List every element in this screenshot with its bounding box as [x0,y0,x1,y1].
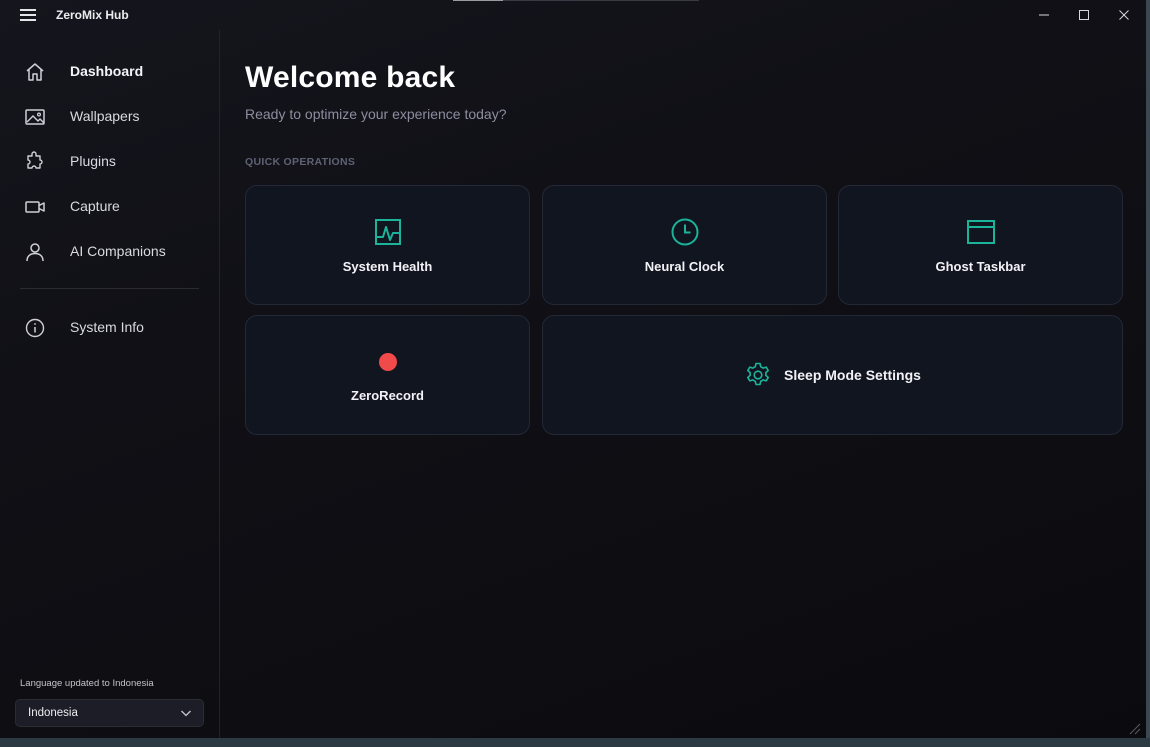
window-icon [966,220,995,244]
home-icon [26,63,44,81]
sidebar-item-label: Capture [70,198,120,214]
sidebar-item-label: System Info [70,319,144,335]
top-progress-indicator [453,0,699,1]
page-title: Welcome back [245,61,456,94]
clock-icon [671,218,698,246]
language-select[interactable]: Indonesia [15,699,204,727]
window-edge [1146,0,1150,738]
app-window: ZeroMix Hub Dashboard Wallpapers Plugins… [0,0,1146,738]
card-system-health[interactable]: System Health [245,185,530,305]
card-sleep-mode-settings[interactable]: Sleep Mode Settings [542,315,1123,435]
person-icon [26,243,44,262]
resize-grip-icon[interactable] [1128,722,1142,736]
section-label: QUICK OPERATIONS [245,156,356,168]
minimize-icon [1039,14,1049,16]
hamburger-menu-icon[interactable] [20,9,36,21]
info-icon [25,318,45,338]
card-neural-clock[interactable]: Neural Clock [542,185,827,305]
sidebar-item-label: Dashboard [70,63,144,79]
card-label: Ghost Taskbar [935,259,1026,274]
sidebar-item-label: AI Companions [70,243,166,259]
language-select-value: Indonesia [28,707,78,719]
close-button[interactable] [1104,0,1144,30]
card-zerorecord[interactable]: ZeroRecord [245,315,530,435]
app-title: ZeroMix Hub [56,8,129,22]
card-ghost-taskbar[interactable]: Ghost Taskbar [838,185,1123,305]
sidebar-item-ai-companions[interactable]: AI Companions [0,231,219,271]
sidebar-item-wallpapers[interactable]: Wallpapers [0,96,219,136]
card-content-row: Sleep Mode Settings [543,316,1122,434]
card-label: ZeroRecord [351,388,424,403]
health-monitor-icon [374,219,401,245]
sidebar-item-system-info[interactable]: System Info [0,307,219,347]
maximize-button[interactable] [1064,0,1104,30]
sidebar-item-label: Wallpapers [70,108,140,124]
maximize-icon [1079,10,1089,20]
sidebar-divider [20,288,199,289]
sidebar-item-dashboard[interactable]: Dashboard [0,51,219,91]
chevron-down-icon [181,710,191,717]
video-camera-icon [25,201,45,213]
image-icon [25,109,45,125]
card-label: Neural Clock [644,259,725,274]
sidebar-item-plugins[interactable]: Plugins [0,141,219,181]
card-label: System Health [342,259,433,274]
record-dot-icon [378,353,397,371]
puzzle-icon [27,151,43,169]
close-icon [1119,10,1129,20]
page-subtitle: Ready to optimize your experience today? [245,106,507,122]
sidebar: Dashboard Wallpapers Plugins Capture AI … [0,30,220,738]
gear-icon [747,362,770,386]
minimize-button[interactable] [1024,0,1064,30]
language-status-text: Language updated to Indonesia [20,678,154,689]
os-taskbar-strip [0,738,1150,747]
sidebar-item-capture[interactable]: Capture [0,186,219,226]
sidebar-item-label: Plugins [70,153,116,169]
card-label: Sleep Mode Settings [784,367,921,383]
title-bar: ZeroMix Hub [0,0,1146,30]
